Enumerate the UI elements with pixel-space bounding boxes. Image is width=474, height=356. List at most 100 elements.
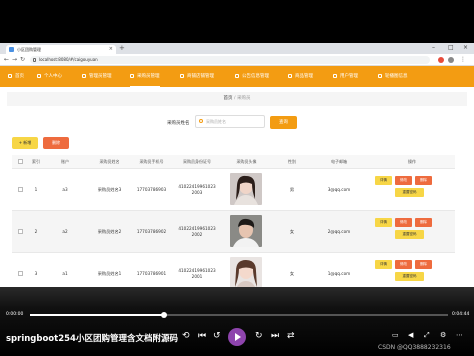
- main-content: 首页 / 采购员 采购员姓名 采购员姓名 查询 + 新增 删除 索引 账户 采购…: [0, 87, 474, 298]
- data-table: 索引 账户 采购员姓名 采购员手机号 采购员身份证号 采购员头像 性别 电子邮箱…: [12, 155, 455, 295]
- col-account: 账户: [61, 159, 69, 164]
- user-icon: [37, 73, 41, 78]
- nav-item-profile[interactable]: 个人中心: [37, 66, 62, 87]
- detail-button[interactable]: 详情: [375, 260, 392, 269]
- video-player-bar: 0:00:00 0:04:44 springboot254小区团购管理含文档附源…: [0, 287, 474, 356]
- cell-name: 采购员姓名2: [97, 229, 122, 234]
- purchaser-icon: [130, 73, 134, 78]
- next-icon[interactable]: ⏭: [271, 331, 279, 341]
- idcard-line: 2001: [191, 274, 203, 279]
- add-button[interactable]: + 新增: [12, 137, 38, 149]
- breadcrumb-current: 采购员: [236, 96, 251, 101]
- nav-label: 采购员管理: [137, 74, 160, 79]
- nav-item-notice[interactable]: 公告信息管理: [235, 66, 269, 87]
- video-title: springboot254小区团购管理含文档附源码: [6, 334, 178, 344]
- carousel-icon: [378, 73, 382, 78]
- nav-item-shop[interactable]: 商铺店铺管理: [180, 66, 214, 87]
- new-tab-icon[interactable]: +: [119, 44, 125, 52]
- breadcrumb: 首页 / 采购员: [7, 92, 467, 106]
- cell-index: 1: [34, 187, 38, 192]
- watermark: CSDN @QQ3888232316: [378, 344, 451, 351]
- volume-icon[interactable]: ◀: [408, 331, 413, 339]
- row-checkbox[interactable]: [18, 229, 23, 234]
- row-delete-button[interactable]: 删除: [415, 176, 432, 185]
- reload-icon[interactable]: ↻: [20, 56, 25, 63]
- nav-label: 管理员管理: [89, 74, 112, 79]
- forward-icon[interactable]: ↻: [255, 331, 263, 341]
- minimize-icon[interactable]: –: [432, 44, 435, 51]
- tab-title: 小区团购管理: [17, 47, 41, 52]
- address-bar-row: ← → ↻ localhost:8080/#/caigouyuan ⋮: [0, 54, 474, 66]
- progress-track[interactable]: [30, 312, 448, 318]
- url-input[interactable]: localhost:8080/#/caigouyuan: [30, 56, 430, 64]
- profile-icon[interactable]: [448, 57, 454, 63]
- extension-icon[interactable]: [438, 57, 444, 63]
- reset-password-button[interactable]: 重置密码: [395, 230, 424, 239]
- cell-gender: 女: [289, 229, 295, 234]
- edit-button[interactable]: 修改: [395, 260, 412, 269]
- detail-button[interactable]: 详情: [375, 218, 392, 227]
- nav-label: 首页: [15, 74, 24, 79]
- back-icon[interactable]: ←: [4, 56, 9, 63]
- maximize-icon[interactable]: □: [448, 44, 454, 51]
- menu-icon[interactable]: ⋮: [460, 56, 466, 63]
- col-email: 电子邮箱: [331, 159, 347, 164]
- nav-item-purchaser[interactable]: 采购员管理: [130, 66, 160, 87]
- settings-icon[interactable]: ⚙: [440, 331, 446, 339]
- col-actions: 操作: [408, 159, 416, 164]
- edit-button[interactable]: 修改: [395, 218, 412, 227]
- previous-icon[interactable]: ⏮: [198, 331, 206, 341]
- close-window-icon[interactable]: ×: [463, 44, 468, 51]
- shop-icon: [180, 73, 184, 78]
- search-placeholder: 采购员姓名: [206, 119, 226, 124]
- fullscreen-icon[interactable]: ⤢: [424, 331, 430, 340]
- nav-item-home[interactable]: 首页: [8, 66, 24, 87]
- close-tab-icon[interactable]: ×: [109, 45, 113, 54]
- delete-button[interactable]: 删除: [43, 137, 69, 149]
- nav-item-admin[interactable]: 管理员管理: [82, 66, 112, 87]
- nav-item-goods[interactable]: 商品管理: [288, 66, 313, 87]
- browser-tab-bar: 小区团购管理 × + – □ ×: [0, 43, 474, 54]
- progress-fill: [30, 314, 164, 316]
- cell-email: 2@qq.com: [327, 229, 351, 234]
- reset-password-button[interactable]: 重置密码: [395, 272, 424, 281]
- admin-icon: [82, 73, 86, 78]
- col-gender: 性别: [288, 159, 296, 164]
- idcard-line: 2002: [191, 232, 203, 237]
- col-index: 索引: [32, 159, 40, 164]
- screen: { "browser": { "tab_title": "小区团购管理", "u…: [0, 0, 474, 356]
- reset-password-button[interactable]: 重置密码: [395, 188, 424, 197]
- row-delete-button[interactable]: 删除: [415, 260, 432, 269]
- detail-button[interactable]: 详情: [375, 176, 392, 185]
- nav-label: 商品管理: [295, 74, 313, 79]
- browser-tab[interactable]: 小区团购管理 ×: [6, 45, 116, 54]
- forward-icon[interactable]: →: [12, 56, 17, 63]
- shuffle-icon[interactable]: ⇄: [287, 331, 295, 341]
- nav-label: 用户管理: [340, 74, 358, 79]
- avatar: [230, 257, 262, 289]
- edit-button[interactable]: 修改: [395, 176, 412, 185]
- subtitle-icon[interactable]: ▭: [392, 331, 399, 339]
- breadcrumb-home[interactable]: 首页: [224, 96, 233, 101]
- nav-label: 个人中心: [44, 74, 62, 79]
- cell-phone: 17703786903: [136, 187, 167, 192]
- nav-item-users[interactable]: 用户管理: [333, 66, 358, 87]
- cell-index: 2: [34, 229, 38, 234]
- row-delete-button[interactable]: 删除: [415, 218, 432, 227]
- row-checkbox[interactable]: [18, 187, 23, 192]
- search-icon: [199, 119, 203, 123]
- row-checkbox[interactable]: [18, 271, 23, 276]
- nav-item-carousel[interactable]: 轮播图信息: [378, 66, 408, 87]
- rewind-icon[interactable]: ↺: [213, 331, 221, 341]
- search-button[interactable]: 查询: [270, 116, 297, 129]
- play-button[interactable]: [228, 328, 246, 346]
- progress-knob[interactable]: [160, 312, 167, 318]
- select-all-checkbox[interactable]: [18, 159, 23, 164]
- total-time: 0:04:44: [452, 312, 470, 317]
- more-icon[interactable]: ⋯: [456, 331, 463, 339]
- col-name: 采购员姓名: [99, 159, 120, 164]
- table-header: 索引 账户 采购员姓名 采购员手机号 采购员身份证号 采购员头像 性别 电子邮箱…: [12, 155, 455, 169]
- avatar: [230, 215, 262, 247]
- loop-icon[interactable]: ⟲: [182, 331, 190, 341]
- search-input[interactable]: 采购员姓名: [195, 115, 265, 128]
